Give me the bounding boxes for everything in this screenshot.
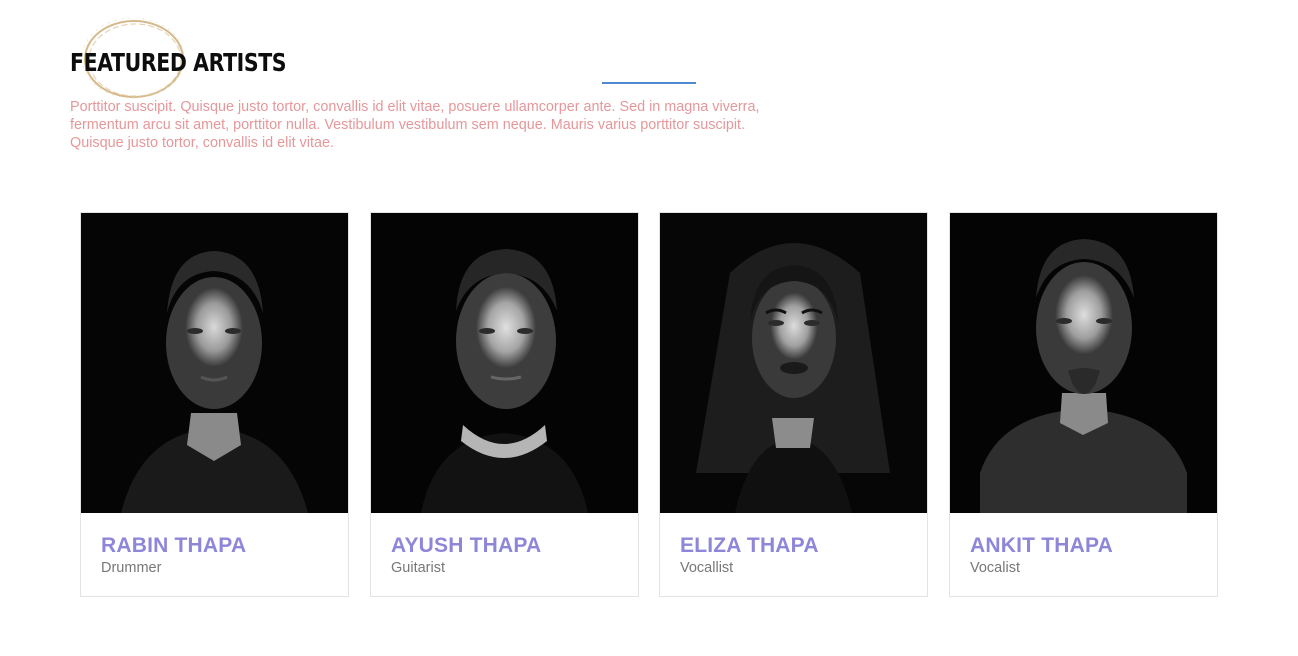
artist-name[interactable]: RABIN THAPA xyxy=(101,533,328,559)
section-title: FEATURED ARTISTS xyxy=(70,48,287,77)
artist-name[interactable]: AYUSH THAPA xyxy=(391,533,618,559)
artist-role: Guitarist xyxy=(391,560,445,576)
card-body: RABIN THAPA Drummer xyxy=(81,513,348,577)
title-underline xyxy=(602,82,696,84)
artist-role: Vocalist xyxy=(970,560,1020,576)
page: FEATURED ARTISTS Porttitor suscipit. Qui… xyxy=(0,0,1298,656)
artist-role: Vocallist xyxy=(680,560,734,576)
artist-photo xyxy=(950,213,1217,513)
card-body: ELIZA THAPA Vocallist xyxy=(660,513,927,577)
artist-card[interactable]: AYUSH THAPA Guitarist xyxy=(370,212,639,597)
artist-card[interactable]: ELIZA THAPA Vocallist xyxy=(659,212,928,597)
artist-cards: RABIN THAPA Drummer AYUSH THAPA Guitaris… xyxy=(80,212,1218,597)
artist-photo xyxy=(81,213,348,513)
card-body: ANKIT THAPA Vocalist xyxy=(950,513,1217,577)
artist-name[interactable]: ELIZA THAPA xyxy=(680,533,907,559)
artist-card[interactable]: ANKIT THAPA Vocalist xyxy=(949,212,1218,597)
artist-photo xyxy=(660,213,927,513)
artist-role: Drummer xyxy=(101,560,162,576)
card-body: AYUSH THAPA Guitarist xyxy=(371,513,638,577)
artist-photo xyxy=(371,213,638,513)
artist-name[interactable]: ANKIT THAPA xyxy=(970,533,1197,559)
artist-card[interactable]: RABIN THAPA Drummer xyxy=(80,212,349,597)
section-heading: FEATURED ARTISTS xyxy=(60,12,287,102)
section-intro: Porttitor suscipit. Quisque justo tortor… xyxy=(70,99,760,151)
